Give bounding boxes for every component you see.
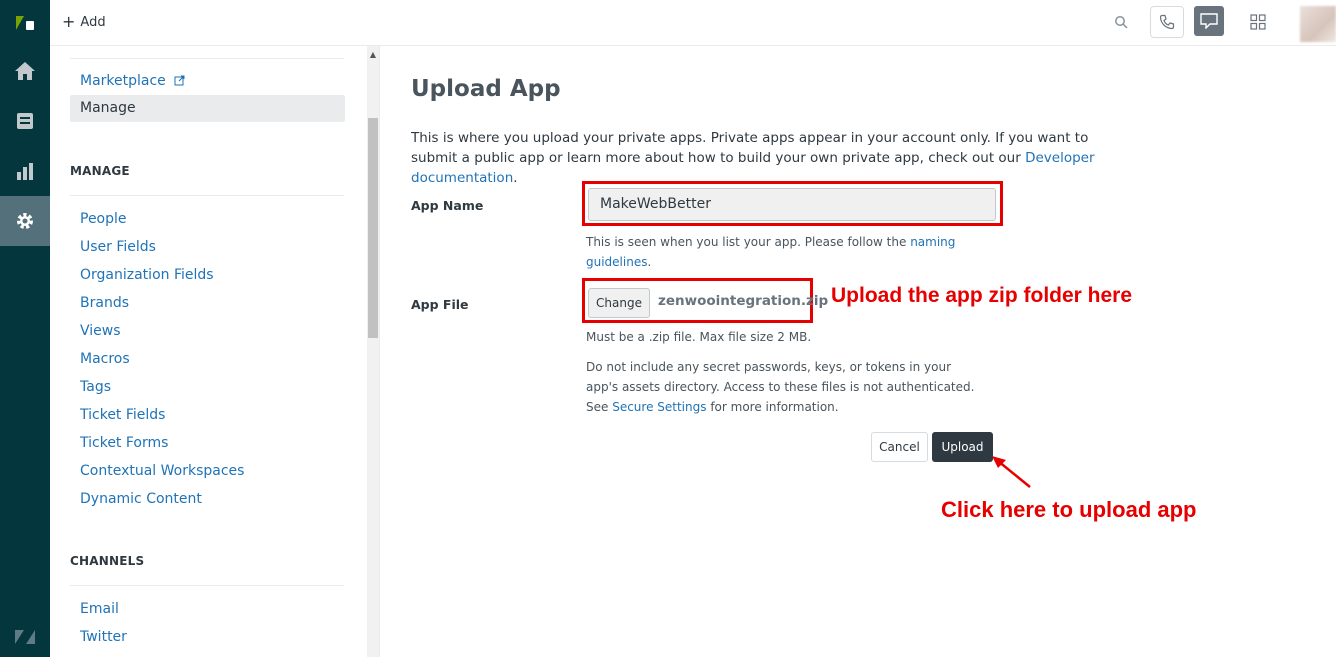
sidebar-item-email[interactable]: Email — [80, 600, 119, 618]
external-link-icon — [174, 75, 185, 86]
red-arrow-icon — [992, 456, 1031, 488]
product-nav — [0, 0, 50, 657]
secret-hint: Do not include any secret passwords, key… — [586, 357, 981, 417]
app-name-hint-end: . — [647, 255, 652, 269]
phone-icon[interactable] — [1150, 6, 1184, 38]
manage-heading: MANAGE — [70, 164, 130, 178]
app-name-hint-text: This is seen when you list your app. Ple… — [586, 235, 911, 249]
settings-sidebar: Marketplace Manage MANAGE People User Fi… — [50, 46, 380, 657]
channels-heading: CHANNELS — [70, 554, 145, 568]
secret-hint-end: for more information. — [706, 400, 839, 414]
scroll-up-arrow-icon[interactable]: ▲ — [367, 46, 379, 62]
sidebar-item-views[interactable]: Views — [80, 322, 121, 340]
app-name-hint: This is seen when you list your app. Ple… — [586, 232, 976, 272]
admin-gear-icon[interactable] — [0, 196, 50, 246]
intro-end: . — [513, 170, 518, 186]
upload-button[interactable]: Upload — [932, 432, 993, 462]
app-file-highlight: Change zenwoointegration.zip — [582, 278, 828, 323]
manage-label: Manage — [80, 100, 136, 116]
chat-icon[interactable] — [1194, 6, 1224, 36]
change-file-button[interactable]: Change — [588, 288, 650, 318]
sidebar-item-ticket-forms[interactable]: Ticket Forms — [80, 434, 168, 452]
sidebar-item-user-fields[interactable]: User Fields — [80, 238, 156, 256]
sidebar-item-macros[interactable]: Macros — [80, 350, 130, 368]
zendesk-footer-logo-icon — [0, 617, 50, 657]
app-name-highlight: MakeWebBetter — [582, 181, 1003, 226]
scrollbar-thumb[interactable] — [368, 118, 378, 338]
sidebar-item-ticket-fields[interactable]: Ticket Fields — [80, 406, 165, 424]
divider — [70, 195, 344, 196]
marketplace-label: Marketplace — [80, 73, 166, 89]
app-name-input[interactable]: MakeWebBetter — [588, 188, 996, 221]
intro-body: This is where you upload your private ap… — [411, 130, 1089, 166]
upload-zip-annotation: Upload the app zip folder here — [831, 284, 1133, 307]
views-icon[interactable] — [0, 96, 50, 146]
home-icon[interactable] — [0, 46, 50, 96]
secure-settings-link[interactable]: Secure Settings — [612, 400, 706, 414]
app-file-label: App File — [411, 297, 469, 312]
zendesk-logo-icon[interactable] — [0, 0, 50, 46]
avatar[interactable] — [1300, 6, 1336, 42]
divider — [70, 58, 344, 59]
plus-icon: + — [62, 12, 76, 31]
upload-app-page: Upload App This is where you upload your… — [411, 46, 1311, 657]
reporting-icon[interactable] — [0, 146, 50, 196]
search-icon[interactable] — [1110, 11, 1132, 33]
sidebar-item-tags[interactable]: Tags — [80, 378, 111, 396]
divider — [70, 585, 344, 586]
sidebar-item-manage[interactable]: Manage — [70, 95, 345, 122]
top-bar: + Add — [50, 0, 1336, 46]
selected-file-name: zenwoointegration.zip — [658, 293, 829, 309]
page-title: Upload App — [411, 76, 561, 102]
sidebar-item-marketplace[interactable]: Marketplace — [80, 72, 185, 90]
cancel-button[interactable]: Cancel — [871, 432, 928, 462]
sidebar-item-brands[interactable]: Brands — [80, 294, 129, 312]
click-upload-annotation: Click here to upload app — [941, 497, 1197, 522]
sidebar-item-people[interactable]: People — [80, 210, 127, 228]
product-tray-icon[interactable] — [1248, 12, 1268, 32]
sidebar-item-organization-fields[interactable]: Organization Fields — [80, 266, 214, 284]
sidebar-item-twitter[interactable]: Twitter — [80, 628, 127, 646]
sidebar-item-dynamic-content[interactable]: Dynamic Content — [80, 490, 202, 508]
add-button[interactable]: + Add — [62, 11, 106, 33]
add-label: Add — [80, 14, 106, 30]
intro-text: This is where you upload your private ap… — [411, 128, 1111, 188]
sidebar-item-contextual-workspaces[interactable]: Contextual Workspaces — [80, 462, 244, 480]
app-name-label: App Name — [411, 198, 484, 213]
file-size-hint: Must be a .zip file. Max file size 2 MB. — [586, 330, 812, 344]
